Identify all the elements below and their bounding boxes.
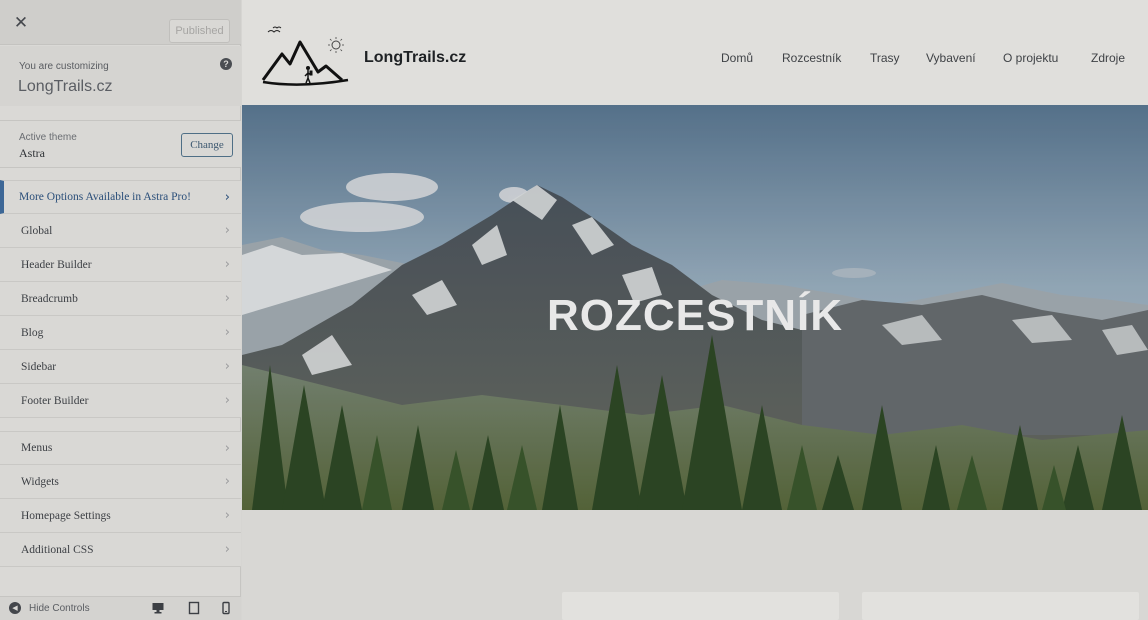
section-label: Global [21,224,53,237]
active-theme-name: Astra [19,146,45,160]
site-logo[interactable] [260,22,350,92]
chevron-right-icon: › [224,474,230,489]
chevron-right-icon: › [224,257,230,272]
chevron-right-icon: › [224,441,230,456]
chevron-right-icon: › [224,508,230,523]
section-label: Footer Builder [21,394,89,407]
chevron-right-icon: › [224,190,230,205]
change-theme-button[interactable]: Change [181,133,233,157]
section-menus[interactable]: Menus › [0,431,241,465]
desktop-icon[interactable] [151,601,165,615]
section-blog[interactable]: Blog › [0,316,241,350]
chevron-right-icon: › [224,393,230,408]
customizer-sections-1: More Options Available in Astra Pro! › G… [0,180,241,418]
customizer-root: ✕ Published You are customizing LongTrai… [0,0,1148,620]
customizer-footer: ◀ Hide Controls [0,596,241,620]
chevron-right-icon: › [224,542,230,557]
help-icon[interactable]: ? [220,58,232,70]
nav-item-vybaveni[interactable]: Vybavení [926,51,976,65]
page-content [242,510,1148,620]
chevron-right-icon: › [224,291,230,306]
content-card [862,592,1139,620]
section-sidebar[interactable]: Sidebar › [0,350,241,384]
section-homepage-settings[interactable]: Homepage Settings › [0,499,241,533]
section-label: Homepage Settings [21,509,111,522]
section-label: Widgets [21,475,59,488]
astra-pro-promo[interactable]: More Options Available in Astra Pro! › [0,180,241,214]
site-preview: LongTrails.cz Domů Rozcestník Trasy Vyba… [242,0,1148,620]
collapse-icon: ◀ [9,602,21,614]
nav-item-rozcestnik[interactable]: Rozcestník [782,51,841,65]
nav-item-trasy[interactable]: Trasy [870,51,900,65]
section-label: Sidebar [21,360,57,373]
section-global[interactable]: Global › [0,214,241,248]
chevron-right-icon: › [224,223,230,238]
section-header-builder[interactable]: Header Builder › [0,248,241,282]
customizing-label: You are customizing [19,61,109,72]
customizing-info: You are customizing LongTrails.cz ? [0,46,241,106]
section-label: Breadcrumb [21,292,78,305]
hero-banner: ROZCESTNÍK [242,105,1148,510]
customizer-sections-2: Menus › Widgets › Homepage Settings › Ad… [0,431,241,567]
nav-item-domu[interactable]: Domů [721,51,753,65]
close-icon[interactable]: ✕ [8,10,34,36]
section-additional-css[interactable]: Additional CSS › [0,533,241,567]
tablet-icon[interactable] [187,601,201,615]
nav-item-o-projektu[interactable]: O projektu [1003,51,1058,65]
section-label: Menus [21,442,53,454]
chevron-right-icon: › [224,325,230,340]
section-label: Header Builder [21,258,92,271]
customizing-site-name: LongTrails.cz [18,78,113,95]
content-card [562,592,839,620]
publish-button[interactable]: Published [169,19,230,43]
active-theme-panel: Active theme Astra Change [0,120,241,168]
customizer-sidebar: ✕ Published You are customizing LongTrai… [0,0,241,620]
mobile-icon[interactable] [219,601,233,615]
nav-item-zdroje[interactable]: Zdroje [1091,51,1125,65]
chevron-right-icon: › [224,359,230,374]
section-footer-builder[interactable]: Footer Builder › [0,384,241,418]
section-widgets[interactable]: Widgets › [0,465,241,499]
section-label: Blog [21,326,44,339]
hide-controls-button[interactable]: ◀ Hide Controls [9,602,90,614]
section-label: Additional CSS [21,543,94,556]
active-theme-label: Active theme [19,132,77,143]
hide-controls-label: Hide Controls [29,602,90,614]
hero-title: ROZCESTNÍK [547,291,843,340]
site-header: LongTrails.cz Domů Rozcestník Trasy Vyba… [242,0,1148,105]
site-title[interactable]: LongTrails.cz [364,49,466,67]
customizer-header: ✕ Published [0,0,241,45]
section-breadcrumb[interactable]: Breadcrumb › [0,282,241,316]
promo-label: More Options Available in Astra Pro! [19,191,191,203]
